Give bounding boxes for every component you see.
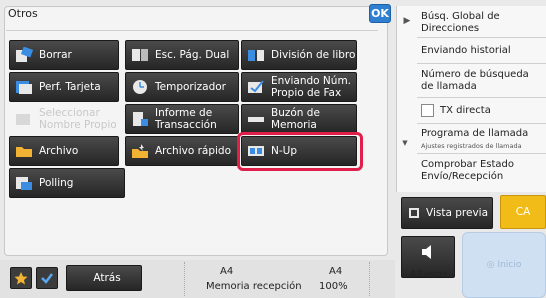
button-label: Perf. Tarjeta (39, 81, 101, 93)
button-label: Esc. Pág. Dual (155, 49, 230, 61)
report-icon (130, 110, 150, 128)
global-address-search[interactable]: Búsq. Global de Direcciones (417, 8, 546, 38)
clear-all-button[interactable]: CA (500, 195, 546, 229)
clock-icon (130, 78, 150, 96)
speaker-label: Altavoz (410, 269, 447, 280)
button-label: Temporizador (155, 81, 226, 93)
call-program[interactable]: Programa de llamada Ajustes registrados … (417, 124, 546, 154)
card-icon (14, 78, 34, 96)
call-search-number[interactable]: Número de búsqueda de llamada (417, 64, 546, 98)
fax-screen: Otros OK Borrar Esc. Pág. Dual División … (0, 0, 546, 298)
button-label: Enviando Núm. Propio de Fax (271, 75, 352, 99)
button-label: Archivo (39, 145, 79, 157)
polling-button[interactable]: Polling (9, 168, 125, 198)
check-send-receive-status[interactable]: Comprobar Estado Envío/Recepción (417, 154, 546, 188)
book-divide-icon (246, 46, 266, 64)
button-label: Seleccionar Nombre Propio (39, 107, 117, 131)
folder-icon (14, 142, 34, 160)
preview-button[interactable]: Vista previa (401, 197, 493, 229)
call-program-sublabel: Ajustes registrados de llamada (421, 142, 522, 150)
direct-tx-checkbox[interactable] (421, 104, 434, 117)
start-label: Inicio (497, 260, 522, 270)
preview-label: Vista previa (426, 207, 489, 219)
button-label: Polling (39, 177, 74, 189)
paper-size-b: A4 (329, 266, 343, 277)
book-divide-button[interactable]: División de libro (241, 40, 357, 70)
highlight-frame (237, 132, 363, 171)
divider (6, 30, 378, 31)
button-label: División de libro (271, 49, 356, 61)
card-button[interactable]: Perf. Tarjeta (9, 72, 119, 102)
speaker-icon (420, 244, 436, 260)
scroll-down-icon[interactable]: ▼ (398, 136, 412, 150)
preview-icon (408, 207, 420, 219)
memory-percent: 100% (319, 281, 348, 292)
timer-button[interactable]: Temporizador (125, 72, 239, 102)
checkmark-icon[interactable] (36, 267, 58, 289)
quick-file-button[interactable]: Archivo rápido (125, 136, 239, 166)
fax-number-icon (246, 78, 266, 96)
back-button[interactable]: Atrás (66, 265, 142, 291)
ok-button[interactable]: OK (369, 4, 391, 23)
dual-page-icon (130, 46, 150, 64)
borrar-button[interactable]: Borrar (9, 40, 119, 70)
button-label: Buzón de Memoria (271, 107, 320, 131)
fax-number-button[interactable]: Enviando Núm. Propio de Fax (241, 72, 357, 102)
name-select-icon (14, 110, 34, 128)
transaction-report-button[interactable]: Informe de Transacción (125, 104, 239, 134)
direct-tx-toggle[interactable]: TX directa (417, 98, 546, 124)
start-icon: ◎ (486, 260, 495, 270)
memory-box-button[interactable]: Buzón de Memoria (241, 104, 357, 134)
eraser-icon (14, 46, 34, 64)
button-label: Informe de Transacción (155, 107, 217, 131)
sending-history[interactable]: Enviando historial (417, 38, 546, 64)
call-program-label: Programa de llamada (421, 128, 529, 139)
panel-title: Otros (8, 7, 38, 20)
paper-size-a: A4 (220, 266, 234, 277)
expand-arrow-icon[interactable]: ▶ (398, 10, 416, 32)
memory-label: Memoria recepción (206, 281, 302, 292)
status-area: A4 A4 Memoria recepción 100% (184, 262, 370, 296)
mailbox-icon (246, 110, 266, 128)
direct-tx-label: TX directa (440, 104, 491, 116)
archive-button[interactable]: Archivo (9, 136, 119, 166)
favorite-star-icon[interactable] (10, 267, 32, 289)
dual-page-button[interactable]: Esc. Pág. Dual (125, 40, 239, 70)
quick-file-icon (130, 142, 150, 160)
start-button[interactable]: ◎ Inicio (462, 232, 546, 298)
select-own-name-button: Seleccionar Nombre Propio (9, 104, 119, 134)
polling-icon (14, 174, 34, 192)
button-label: Archivo rápido (155, 145, 232, 157)
button-label: Borrar (39, 49, 72, 61)
